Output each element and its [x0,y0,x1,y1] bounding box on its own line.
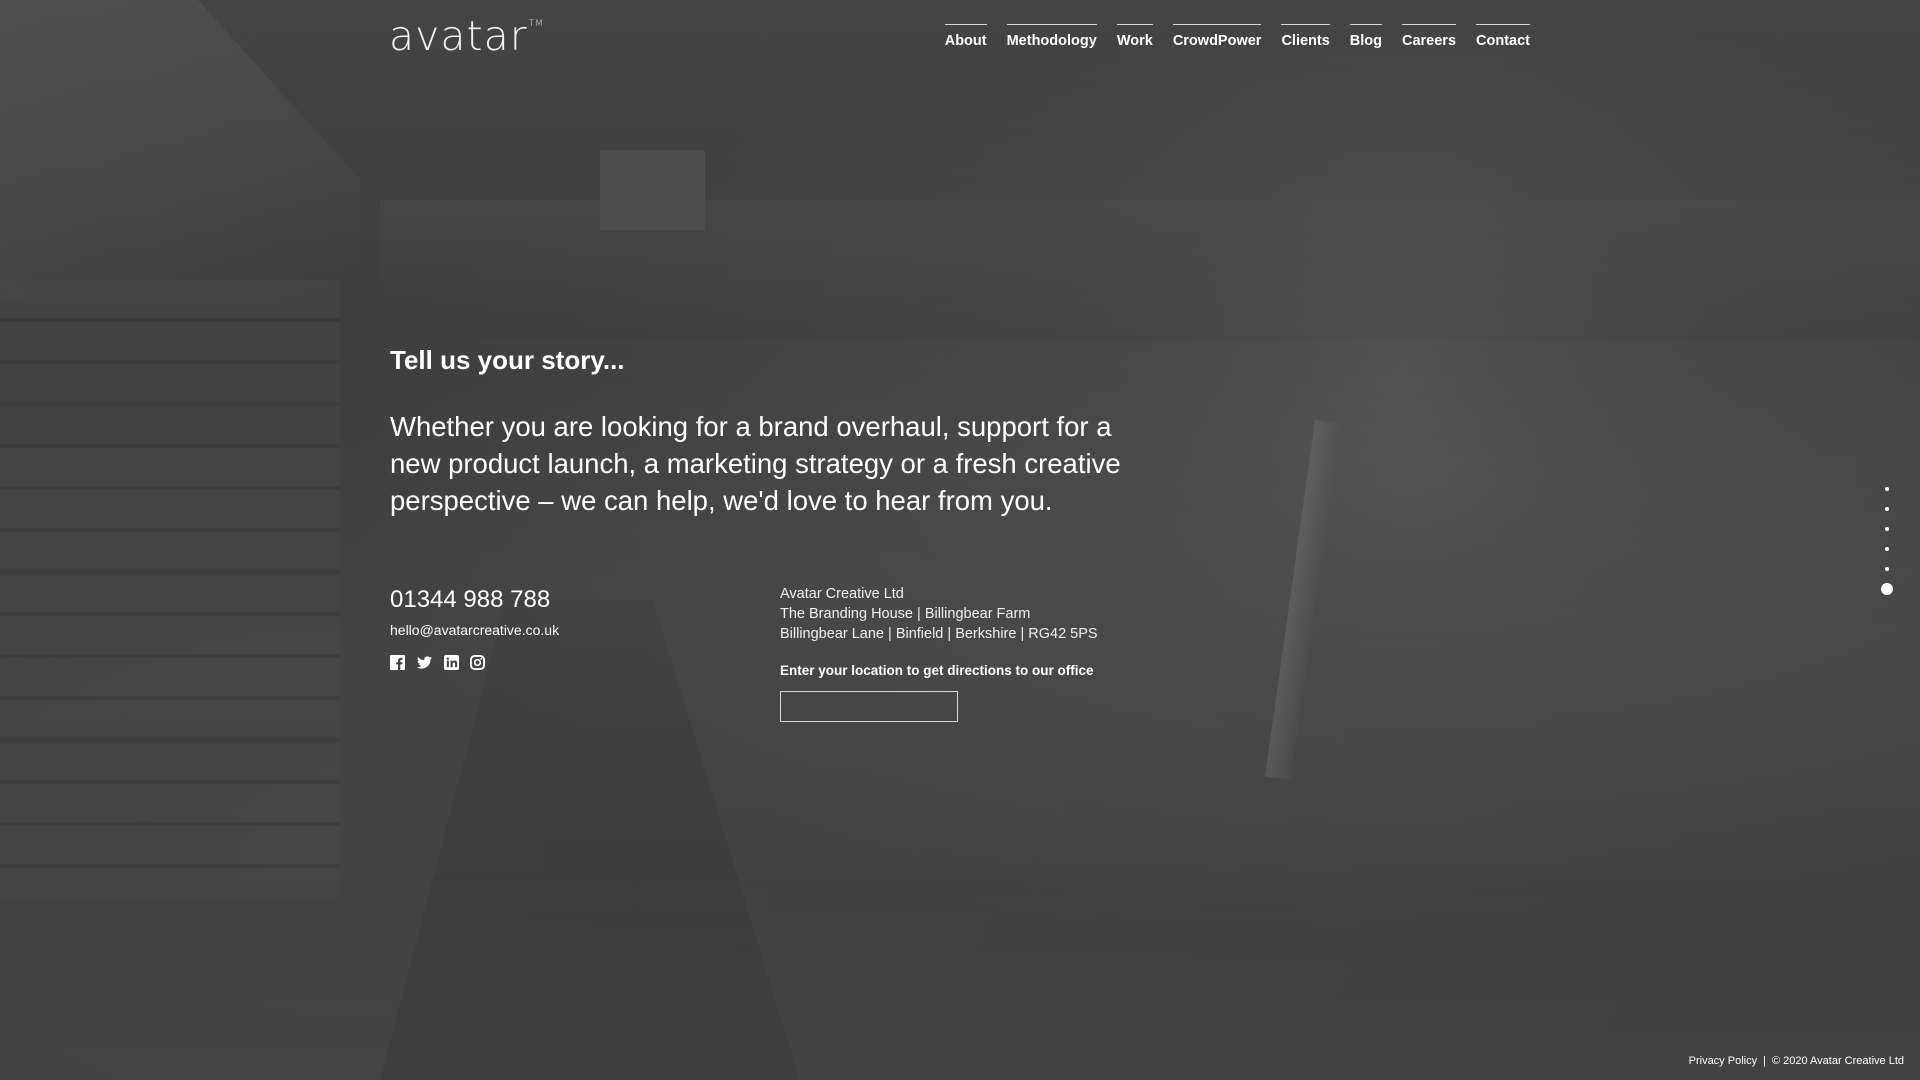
pager-dot-5[interactable] [1885,567,1889,571]
linkedin-icon[interactable] [444,655,459,670]
page-heading: Tell us your story... [390,345,625,375]
social-links [390,655,740,670]
copyright-text: © 2020 Avatar Creative Ltd [1771,1055,1904,1067]
main-nav: About Methodology Work CrowdPower Client… [944,24,1530,49]
nav-item-about[interactable]: About [944,24,987,49]
nav-item-contact[interactable]: Contact [1476,24,1530,49]
phone-number-link[interactable]: 01344 988 788 [390,586,740,614]
nav-item-clients[interactable]: Clients [1281,24,1330,49]
instagram-icon[interactable] [470,655,485,670]
page-footer: Privacy Policy | © 2020 Avatar Creative … [1689,1055,1904,1067]
address-line-2: Billingbear Lane | Binfield | Berkshire … [780,626,1098,642]
pager-dot-1[interactable] [1885,487,1889,491]
logo-text: avatar [389,12,528,60]
background-ground [0,880,1920,1080]
email-link[interactable]: hello@avatarcreative.co.uk [390,622,740,638]
pager-dot-6[interactable] [1881,583,1893,595]
nav-item-blog[interactable]: Blog [1349,24,1382,49]
privacy-policy-link[interactable]: Privacy Policy [1689,1055,1757,1067]
nav-item-crowdpower[interactable]: CrowdPower [1172,24,1262,49]
pager-dot-4[interactable] [1885,547,1889,551]
background-back-roof [380,200,1920,340]
section-pager [1881,487,1893,611]
contact-intro: Tell us your story... Whether you are lo… [390,345,1150,519]
intro-text: Whether you are looking for a brand over… [390,411,1121,516]
office-address: Avatar Creative Ltd The Branding House |… [780,584,1200,722]
site-logo[interactable]: avatarTM [389,16,544,57]
background-barn-wall [0,280,340,900]
contact-details: 01344 988 788 hello@avatarcreative.co.uk [390,586,740,670]
pager-dot-2[interactable] [1885,507,1889,511]
footer-separator: | [1763,1055,1766,1067]
company-name: Avatar Creative Ltd [780,586,904,602]
nav-item-careers[interactable]: Careers [1402,24,1457,49]
contact-page: avatarTM About Methodology Work CrowdPow… [0,0,1920,1080]
directions-label: Enter your location to get directions to… [780,663,1094,678]
pager-dot-3[interactable] [1885,527,1889,531]
background-tree-trunk [1265,419,1341,781]
directions-location-input[interactable] [780,691,958,722]
nav-item-work[interactable]: Work [1116,24,1153,49]
facebook-icon[interactable] [390,655,405,670]
address-line-1: The Branding House | Billingbear Farm [780,606,1031,622]
background-roof [0,0,360,300]
background-path [380,600,800,1080]
background-chimney [600,150,705,230]
nav-item-methodology[interactable]: Methodology [1006,24,1097,49]
logo-trademark: TM [528,19,544,29]
twitter-icon[interactable] [416,655,433,670]
